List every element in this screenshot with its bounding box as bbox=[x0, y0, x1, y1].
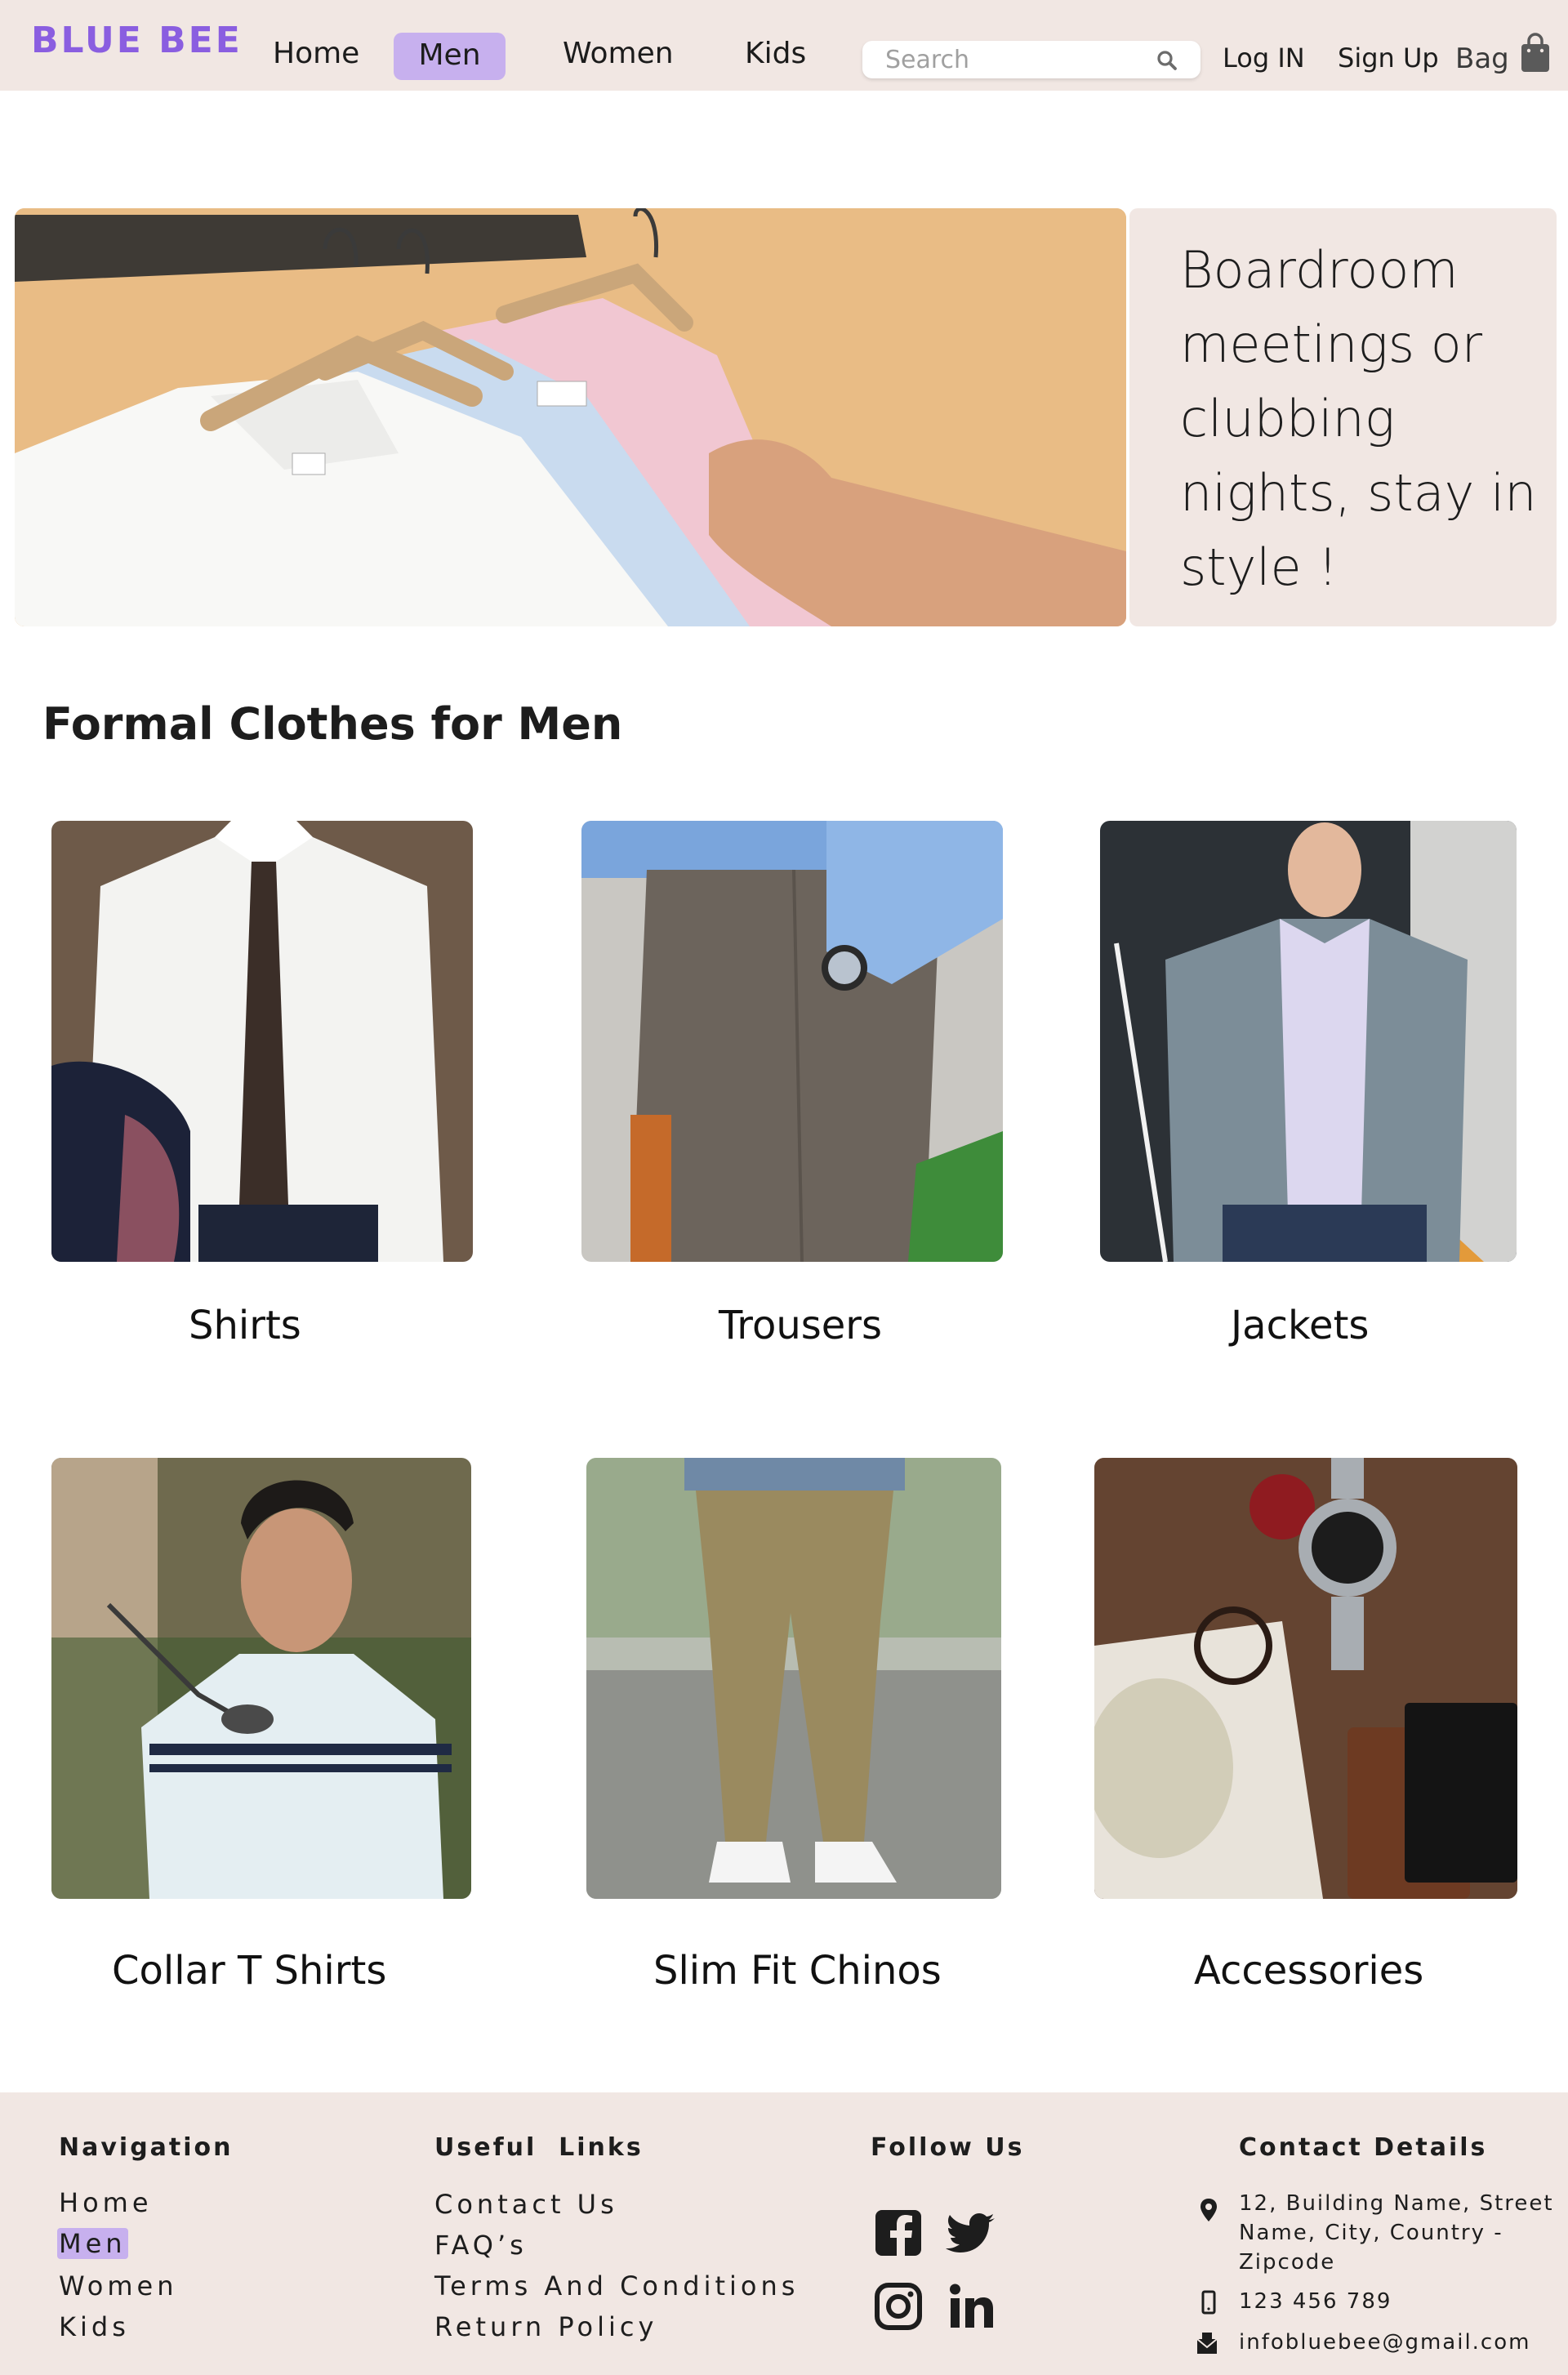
signup-link[interactable]: Sign Up bbox=[1338, 42, 1439, 74]
footer-link-return-policy[interactable]: Return Policy bbox=[434, 2311, 657, 2342]
bag-link[interactable]: Bag bbox=[1455, 42, 1509, 75]
hero-banner: Boardroom meetings or clubbing nights, s… bbox=[15, 208, 1557, 626]
search-input[interactable] bbox=[885, 46, 1155, 74]
nav-item-home[interactable]: Home bbox=[273, 31, 359, 77]
footer-link-contact-us[interactable]: Contact Us bbox=[434, 2189, 618, 2220]
category-image-shirts[interactable] bbox=[51, 821, 473, 1262]
footer-link-kids[interactable]: Kids bbox=[59, 2311, 130, 2342]
footer-heading-follow-us: Follow Us bbox=[871, 2133, 1025, 2162]
facebook-icon[interactable] bbox=[872, 2207, 924, 2259]
category-image-collar-t-shirts[interactable] bbox=[51, 1458, 471, 1899]
category-card-collar-t-shirts[interactable]: Collar T Shirts bbox=[51, 1458, 471, 2013]
category-label-accessories[interactable]: Accessories bbox=[1194, 1948, 1423, 1994]
hero-text-panel: Boardroom meetings or clubbing nights, s… bbox=[1129, 208, 1557, 626]
category-card-shirts[interactable]: Shirts bbox=[51, 821, 473, 1352]
contact-phone[interactable]: 123 456 789 bbox=[1239, 2287, 1392, 2316]
twitter-icon[interactable] bbox=[946, 2207, 998, 2259]
contact-email[interactable]: infobluebee@gmail.com bbox=[1239, 2328, 1530, 2357]
location-pin-icon bbox=[1200, 2199, 1217, 2221]
category-label-collar-t-shirts[interactable]: Collar T Shirts bbox=[112, 1948, 386, 1994]
footer-link-men[interactable]: Men bbox=[57, 2228, 128, 2259]
category-image-accessories[interactable] bbox=[1094, 1458, 1517, 1899]
search-icon[interactable] bbox=[1155, 48, 1179, 73]
site-footer: Navigation Home Men Women Kids Useful Li… bbox=[0, 2092, 1568, 2375]
login-link[interactable]: Log IN bbox=[1223, 42, 1305, 74]
contact-address-line-2: Name, City, Country - bbox=[1239, 2221, 1503, 2245]
footer-link-women[interactable]: Women bbox=[59, 2270, 177, 2301]
nav-item-women[interactable]: Women bbox=[563, 31, 674, 77]
linkedin-icon[interactable] bbox=[946, 2280, 998, 2333]
category-image-slim-fit-chinos[interactable] bbox=[586, 1458, 1001, 1899]
category-label-trousers[interactable]: Trousers bbox=[719, 1303, 882, 1348]
category-label-jackets[interactable]: Jackets bbox=[1231, 1303, 1369, 1348]
footer-heading-contact-details: Contact Details bbox=[1239, 2133, 1488, 2162]
hero-image-shirts-on-hangers bbox=[15, 208, 1126, 626]
category-card-jackets[interactable]: Jackets bbox=[1100, 821, 1517, 1352]
category-card-trousers[interactable]: Trousers bbox=[581, 821, 1003, 1352]
category-card-accessories[interactable]: Accessories bbox=[1094, 1458, 1517, 2013]
category-label-shirts[interactable]: Shirts bbox=[189, 1303, 301, 1348]
footer-heading-navigation: Navigation bbox=[59, 2133, 234, 2162]
category-image-jackets[interactable] bbox=[1100, 821, 1517, 1262]
brand-logo[interactable]: BLUE BEE bbox=[31, 20, 243, 61]
category-card-slim-fit-chinos[interactable]: Slim Fit Chinos bbox=[586, 1458, 1001, 2013]
footer-heading-useful-links: Useful Links bbox=[434, 2133, 644, 2162]
section-title: Formal Clothes for Men bbox=[42, 698, 623, 750]
phone-icon bbox=[1201, 2290, 1216, 2315]
nav-item-kids[interactable]: Kids bbox=[745, 31, 806, 77]
category-label-slim-fit-chinos[interactable]: Slim Fit Chinos bbox=[653, 1948, 942, 1994]
contact-address-line-1: 12, Building Name, Street bbox=[1239, 2191, 1554, 2216]
search-box bbox=[862, 41, 1200, 78]
category-image-trousers[interactable] bbox=[581, 821, 1003, 1262]
top-navbar: BLUE BEE Home Men Women Kids Log IN Sign… bbox=[0, 0, 1568, 91]
hero-tagline: Boardroom meetings or clubbing nights, s… bbox=[1180, 240, 1537, 597]
mail-icon bbox=[1196, 2333, 1218, 2354]
footer-link-terms[interactable]: Terms And Conditions bbox=[434, 2270, 799, 2301]
nav-item-men[interactable]: Men bbox=[394, 33, 506, 80]
contact-address-line-3: Zipcode bbox=[1239, 2250, 1336, 2275]
shopping-bag-icon[interactable] bbox=[1519, 33, 1552, 74]
footer-link-faqs[interactable]: FAQ’s bbox=[434, 2230, 528, 2261]
footer-link-home[interactable]: Home bbox=[59, 2187, 153, 2218]
instagram-icon[interactable] bbox=[872, 2280, 924, 2333]
